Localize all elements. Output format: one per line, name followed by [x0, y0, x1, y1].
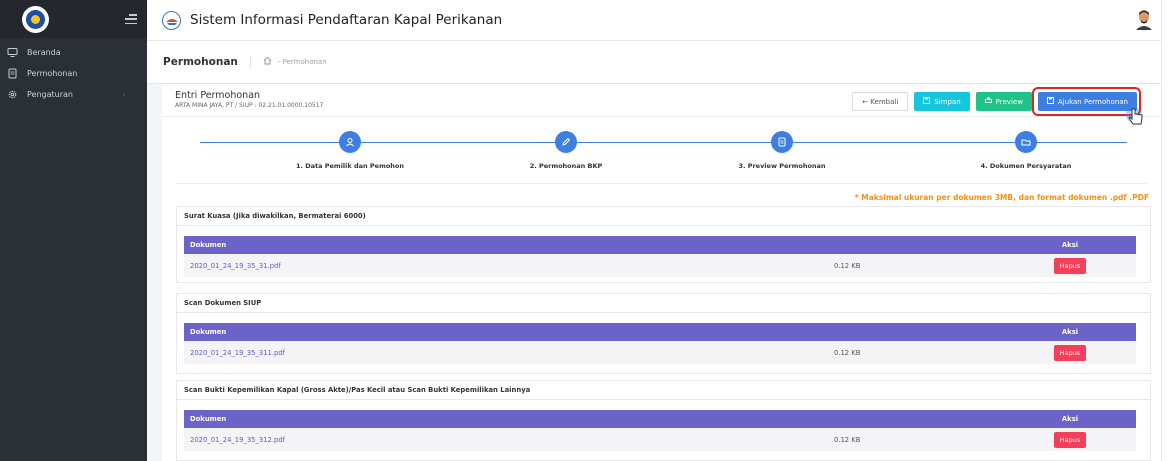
table-row: 2020_01_24_19_35_311.pdf 0.12 KB Hapus — [184, 341, 1136, 364]
save-icon — [923, 97, 931, 106]
file-size: 0.12 KB — [834, 261, 861, 270]
progress-stepper: 1. Data Pemilik dan Pemohon 2. Permohona… — [176, 117, 1147, 184]
top-header: Sistem Informasi Pendaftaran Kapal Perik… — [147, 0, 1161, 41]
table-header: Dokumen Aksi — [184, 236, 1136, 254]
menu-toggle-icon[interactable] — [125, 14, 137, 24]
column-header-aksi: Aksi — [1061, 415, 1079, 423]
step-3[interactable]: 3. Preview Permohonan — [702, 131, 862, 170]
gear-icon — [7, 89, 18, 100]
sidebar-item-pengaturan[interactable]: Pengaturan › — [0, 84, 147, 105]
preview-button-label: Preview — [995, 97, 1023, 106]
document-table: Dokumen Aksi 2020_01_24_19_35_312.pdf 0.… — [184, 410, 1136, 451]
table-header: Dokumen Aksi — [184, 410, 1136, 428]
file-link[interactable]: 2020_01_24_19_35_311.pdf — [190, 349, 285, 357]
main-card: Entri Permohonan ARTA MINA JAYA, PT / SI… — [162, 84, 1161, 461]
table-header: Dokumen Aksi — [184, 323, 1136, 341]
user-avatar[interactable] — [1135, 10, 1153, 30]
section-title: Surat Kuasa (Jika diwakilkan, Bermaterai… — [177, 207, 1150, 226]
brand-logo — [162, 10, 181, 30]
step-1[interactable]: 1. Data Pemilik dan Pemohon — [270, 131, 430, 170]
monitor-icon — [7, 47, 18, 58]
column-header-dokumen: Dokumen — [190, 328, 227, 336]
pencil-icon — [555, 131, 577, 153]
home-icon[interactable] — [263, 56, 272, 68]
column-header-dokumen: Dokumen — [190, 241, 227, 249]
step-2[interactable]: 2. Permohonan BKP — [486, 131, 646, 170]
section-title: Scan Bukti Kepemilikan Kapal (Gross Akte… — [177, 381, 1150, 400]
breadcrumb: Permohonan - Permohonan — [147, 41, 1161, 84]
step-label: 3. Preview Permohonan — [738, 162, 826, 170]
delete-button[interactable]: Hapus — [1053, 344, 1087, 361]
delete-button[interactable]: Hapus — [1053, 431, 1087, 448]
app-title: Sistem Informasi Pendaftaran Kapal Perik… — [190, 12, 503, 28]
breadcrumb-current: - Permohonan — [277, 58, 327, 66]
file-link[interactable]: 2020_01_24_19_35_31.pdf — [190, 262, 281, 270]
file-size-note: * Maksimal ukuran per dokumen 3MB, dan f… — [854, 193, 1149, 202]
table-row: 2020_01_24_19_35_31.pdf 0.12 KB Hapus — [184, 254, 1136, 277]
sidebar-item-label: Beranda — [27, 48, 61, 57]
column-header-aksi: Aksi — [1061, 241, 1079, 249]
document-section: Scan Dokumen SIUP Dokumen Aksi 2020_01_2… — [176, 293, 1151, 374]
folder-icon — [1015, 131, 1037, 153]
document-icon — [7, 68, 18, 79]
document-table: Dokumen Aksi 2020_01_24_19_35_311.pdf 0.… — [184, 323, 1136, 364]
sidebar-item-label: Pengaturan — [27, 90, 73, 99]
step-4[interactable]: 4. Dokumen Persyaratan — [946, 131, 1106, 170]
step-label: 1. Data Pemilik dan Pemohon — [295, 162, 405, 170]
table-row: 2020_01_24_19_35_312.pdf 0.12 KB Hapus — [184, 428, 1136, 451]
back-button[interactable]: ← Kembali — [852, 92, 909, 111]
app-logo — [22, 5, 49, 33]
file-size: 0.12 KB — [834, 435, 861, 444]
document-table: Dokumen Aksi 2020_01_24_19_35_31.pdf 0.1… — [184, 236, 1136, 277]
step-label: 4. Dokumen Persyaratan — [980, 162, 1072, 170]
sidebar-item-label: Permohonan — [27, 69, 78, 78]
window-edge — [1161, 0, 1173, 461]
card-header: Entri Permohonan ARTA MINA JAYA, PT / SI… — [162, 84, 1161, 125]
sidebar-nav: Beranda Permohonan Pengaturan › — [0, 38, 147, 105]
sidebar-item-permohonan[interactable]: Permohonan — [0, 63, 147, 84]
back-button-label: ← Kembali — [862, 97, 899, 106]
sidebar-item-beranda[interactable]: Beranda — [0, 42, 147, 63]
save-button[interactable]: Simpan — [914, 92, 970, 111]
preview-button[interactable]: Preview — [975, 92, 1032, 111]
save-button-label: Simpan — [934, 97, 961, 106]
document-section: Scan Bukti Kepemilikan Kapal (Gross Akte… — [176, 380, 1151, 461]
column-header-dokumen: Dokumen — [190, 415, 227, 423]
file-link[interactable]: 2020_01_24_19_35_312.pdf — [190, 436, 285, 444]
chevron-right-icon: › — [122, 90, 125, 99]
page-title: Permohonan — [163, 56, 251, 68]
section-title: Scan Dokumen SIUP — [177, 294, 1150, 313]
sidebar-header — [0, 0, 147, 38]
sidebar: Beranda Permohonan Pengaturan › — [0, 0, 147, 461]
print-icon — [984, 97, 992, 106]
file-size: 0.12 KB — [834, 348, 861, 357]
document-section: Surat Kuasa (Jika diwakilkan, Bermaterai… — [176, 206, 1151, 283]
user-icon — [339, 131, 361, 153]
delete-button[interactable]: Hapus — [1053, 257, 1087, 274]
column-header-aksi: Aksi — [1061, 328, 1079, 336]
step-label: 2. Permohonan BKP — [529, 162, 603, 170]
document-icon — [771, 131, 793, 153]
